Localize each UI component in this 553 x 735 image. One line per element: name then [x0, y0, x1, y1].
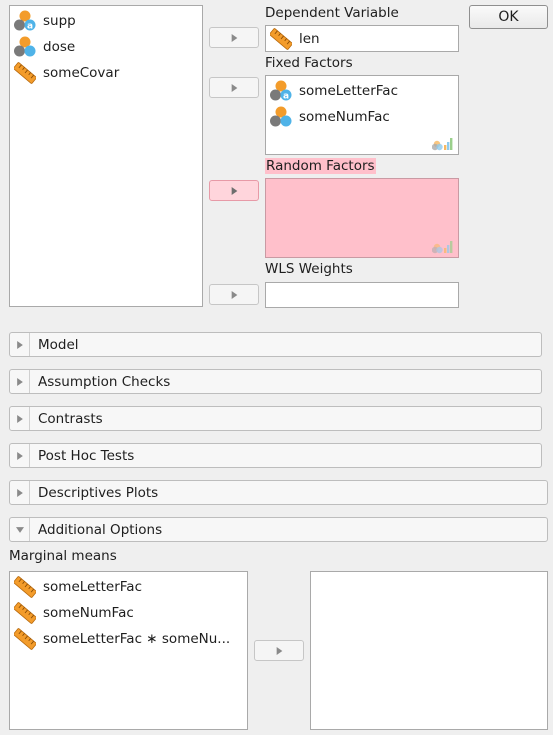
expand-right-icon — [16, 340, 23, 349]
allowed-types-icon — [432, 138, 453, 151]
marginal-means-source-list[interactable]: someLetterFac someNumFac someLetterFac ∗… — [9, 571, 248, 730]
ok-button[interactable]: OK — [469, 5, 548, 29]
expand-right-icon — [16, 451, 23, 460]
allowed-types-icon — [432, 241, 453, 254]
section-model[interactable]: Model — [9, 332, 542, 357]
scale-ruler-icon — [14, 576, 36, 598]
scale-ruler-icon — [14, 628, 36, 650]
section-descriptives-plots[interactable]: Descriptives Plots — [9, 480, 548, 505]
move-to-wls-button[interactable] — [209, 284, 259, 305]
section-label: Contrasts — [38, 410, 103, 427]
scale-ruler-icon — [270, 28, 292, 50]
wls-weights-title: WLS Weights — [265, 261, 353, 277]
arrow-right-icon — [231, 33, 237, 42]
list-item[interactable]: someLetterFac — [266, 78, 398, 104]
variable-label: dose — [43, 39, 76, 55]
move-to-fixed-button[interactable] — [209, 77, 259, 98]
arrow-right-icon — [231, 290, 237, 299]
nominal-icon — [14, 36, 36, 57]
fixed-factors-title: Fixed Factors — [265, 55, 353, 71]
section-label: Assumption Checks — [38, 373, 171, 390]
move-to-random-button[interactable] — [209, 180, 259, 201]
list-item[interactable]: someLetterFac — [10, 574, 142, 600]
list-item[interactable]: someNumFac — [266, 104, 390, 130]
list-item[interactable]: len — [266, 26, 320, 52]
move-to-marginal-button[interactable] — [254, 640, 304, 661]
random-factors-title: Random Factors — [265, 158, 376, 174]
wls-weights-box[interactable] — [265, 282, 459, 308]
section-label: Model — [38, 336, 79, 353]
expand-right-icon — [16, 488, 23, 497]
nominal-text-icon — [14, 10, 36, 32]
collapse-down-icon — [15, 526, 24, 533]
section-label: Additional Options — [38, 521, 163, 538]
section-label: Post Hoc Tests — [38, 447, 135, 464]
section-label: Descriptives Plots — [38, 484, 159, 501]
random-factors-box[interactable] — [265, 178, 459, 258]
expand-right-icon — [16, 414, 23, 423]
marginal-means-target-list[interactable] — [310, 571, 548, 730]
fixed-factors-box[interactable]: someLetterFac someNumFac — [265, 75, 459, 155]
nominal-text-icon — [270, 80, 292, 102]
variable-label: someLetterFac ∗ someNu... — [43, 631, 231, 647]
section-additional-options[interactable]: Additional Options — [9, 517, 548, 542]
scale-ruler-icon — [14, 62, 36, 84]
list-item[interactable]: someLetterFac ∗ someNu... — [10, 626, 230, 652]
variable-label: someNumFac — [43, 605, 134, 621]
arrow-right-icon — [276, 646, 282, 655]
arrow-right-icon — [231, 83, 237, 92]
section-post-hoc-tests[interactable]: Post Hoc Tests — [9, 443, 542, 468]
variable-label: someNumFac — [299, 109, 390, 125]
section-assumption-checks[interactable]: Assumption Checks — [9, 369, 542, 394]
list-item[interactable]: supp — [10, 8, 76, 34]
expand-right-icon — [16, 377, 23, 386]
list-item[interactable]: dose — [10, 34, 75, 60]
variable-label: supp — [43, 13, 76, 29]
dependent-variable-box[interactable]: len — [265, 25, 459, 52]
dependent-variable-title: Dependent Variable — [265, 5, 399, 21]
marginal-means-title: Marginal means — [9, 548, 117, 564]
arrow-right-icon — [231, 186, 237, 195]
variable-label: someCovar — [43, 65, 120, 81]
nominal-icon — [270, 106, 292, 127]
dependent-variable-value: len — [299, 31, 320, 47]
list-item[interactable]: someCovar — [10, 60, 119, 86]
scale-ruler-icon — [14, 602, 36, 624]
list-item[interactable]: someNumFac — [10, 600, 134, 626]
variable-label: someLetterFac — [43, 579, 143, 595]
section-contrasts[interactable]: Contrasts — [9, 406, 542, 431]
source-variables-list[interactable]: supp dose someCovar — [9, 5, 203, 307]
variable-label: someLetterFac — [299, 83, 399, 99]
move-to-dependent-button[interactable] — [209, 27, 259, 48]
